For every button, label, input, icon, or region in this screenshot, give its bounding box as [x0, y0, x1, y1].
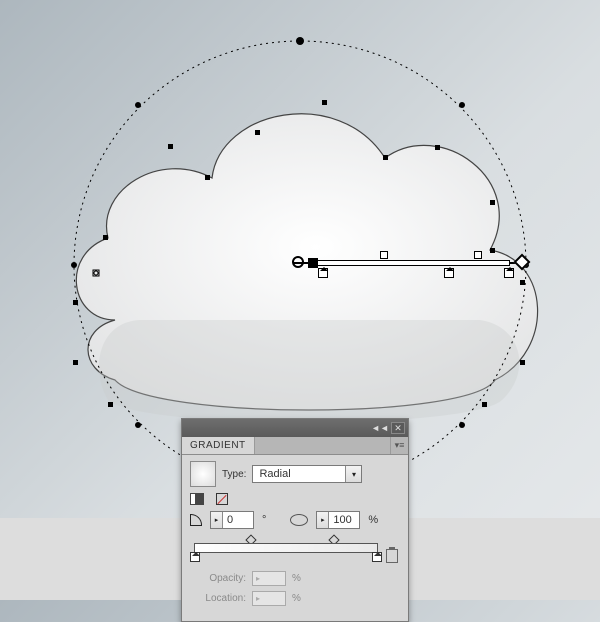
panel-header[interactable]: ◄◄ ✕ — [182, 419, 408, 437]
gradient-slider[interactable] — [192, 537, 398, 561]
reverse-gradient-icon[interactable] — [190, 493, 206, 505]
gradient-annotator[interactable] — [294, 254, 524, 272]
gradient-type-value: Radial — [253, 466, 345, 482]
percent-unit: % — [368, 514, 378, 526]
gradient-stop[interactable] — [372, 552, 382, 562]
type-label: Type: — [222, 469, 246, 480]
opacity-input: ▸ — [252, 571, 286, 586]
gradient-panel[interactable]: ◄◄ ✕ GRADIENT ▾≡ Type: Radial ▾ ▸ 0 ° — [181, 418, 409, 622]
gradient-type-select[interactable]: Radial ▾ — [252, 465, 362, 483]
stepper-icon[interactable]: ▸ — [211, 512, 223, 528]
chevron-down-icon[interactable]: ▾ — [345, 466, 361, 482]
degree-unit: ° — [262, 514, 266, 526]
close-icon[interactable]: ✕ — [391, 422, 405, 434]
gradient-origin-handle[interactable] — [292, 256, 304, 268]
angle-input[interactable]: ▸ 0 — [210, 511, 254, 529]
gradient-swatch[interactable] — [190, 461, 216, 487]
panel-menu-icon[interactable]: ▾≡ — [390, 437, 408, 454]
aspect-ratio-icon — [290, 514, 308, 526]
percent-unit: % — [292, 593, 301, 604]
gradient-midpoint-handle[interactable] — [474, 251, 482, 259]
gradient-stop-handle[interactable] — [318, 268, 328, 278]
angle-icon — [190, 514, 202, 526]
gradient-stop-handle[interactable] — [444, 268, 454, 278]
location-label: Location: — [190, 593, 246, 604]
aspect-input[interactable]: ▸ 100 — [316, 511, 360, 529]
stroke-gradient-icon[interactable] — [216, 493, 228, 505]
delete-stop-icon[interactable] — [386, 549, 398, 563]
gradient-stop[interactable] — [190, 552, 200, 562]
tab-gradient[interactable]: GRADIENT — [182, 437, 255, 454]
location-input: ▸ — [252, 591, 286, 606]
opacity-label: Opacity: — [190, 573, 246, 584]
gradient-stop-handle[interactable] — [504, 268, 514, 278]
gradient-midpoint-handle[interactable] — [380, 251, 388, 259]
collapse-icon[interactable]: ◄◄ — [374, 422, 386, 434]
stepper-icon[interactable]: ▸ — [317, 512, 329, 528]
percent-unit: % — [292, 573, 301, 584]
gradient-ramp[interactable] — [194, 543, 378, 553]
